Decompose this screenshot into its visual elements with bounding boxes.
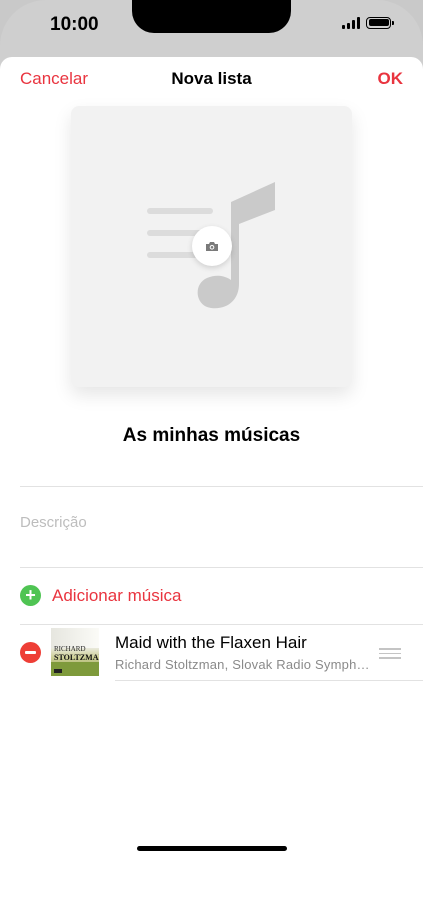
song-title: Maid with the Flaxen Hair bbox=[115, 633, 307, 652]
album-artwork: RICHARD STOLTZMAN bbox=[51, 628, 99, 676]
playlist-name-field[interactable]: As minhas músicas bbox=[0, 425, 423, 447]
list-item: RICHARD STOLTZMAN Maid with the Flaxen H… bbox=[0, 625, 423, 681]
song-artist: Richard Stoltzman, Slovak Radio Symphony… bbox=[115, 657, 372, 672]
description-field[interactable]: Descrição bbox=[20, 514, 87, 531]
notch bbox=[132, 0, 291, 33]
divider bbox=[20, 486, 423, 487]
ok-button[interactable]: OK bbox=[378, 69, 404, 89]
album-artwork-text: RICHARD bbox=[54, 645, 86, 653]
add-music-label: Adicionar música bbox=[52, 585, 182, 605]
camera-icon bbox=[206, 241, 218, 251]
status-time: 10:00 bbox=[50, 14, 99, 35]
plus-circle-icon: + bbox=[20, 585, 41, 606]
status-icons bbox=[342, 16, 394, 29]
minus-circle-icon[interactable] bbox=[20, 642, 41, 663]
playlist-artwork[interactable] bbox=[71, 106, 352, 387]
battery-icon bbox=[366, 16, 394, 29]
change-artwork-button[interactable] bbox=[192, 226, 232, 266]
signal-icon bbox=[342, 16, 360, 29]
drag-handle-icon[interactable] bbox=[379, 648, 401, 662]
page-title: Nova lista bbox=[171, 69, 252, 88]
add-music-button[interactable]: + Adicionar música bbox=[20, 585, 181, 606]
divider bbox=[20, 567, 423, 568]
nav-bar: Cancelar Nova lista OK bbox=[0, 57, 423, 99]
album-artwork-text: STOLTZMAN bbox=[54, 653, 99, 662]
home-indicator[interactable] bbox=[137, 846, 287, 851]
phone-screen: 10:00 Cancelar Nova lista OK As minhas m… bbox=[0, 0, 423, 915]
new-playlist-sheet: Cancelar Nova lista OK As minhas músicas… bbox=[0, 57, 423, 915]
divider bbox=[115, 680, 423, 681]
